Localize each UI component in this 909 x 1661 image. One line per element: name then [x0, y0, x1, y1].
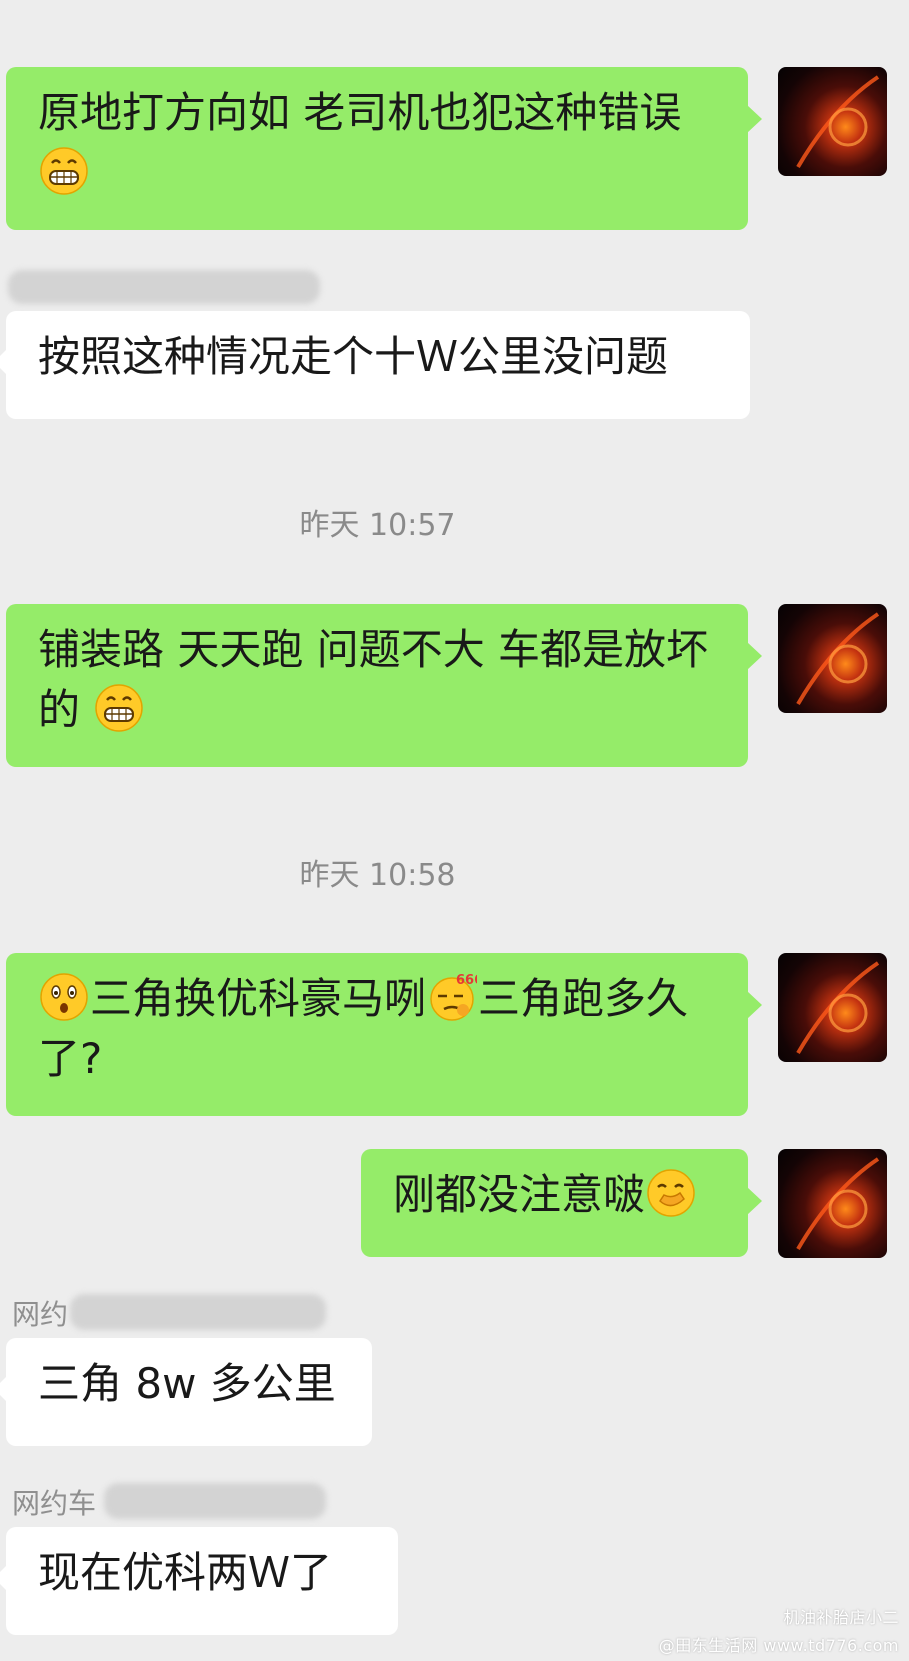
surprised-emoji: [40, 973, 88, 1021]
user-avatar[interactable]: [778, 1149, 887, 1258]
message-text: 三角 8w 多公里: [38, 1359, 336, 1408]
blurred-sender-name: [70, 1294, 326, 1330]
outgoing-message[interactable]: 刚都没注意啵: [361, 1149, 762, 1257]
incoming-message[interactable]: 按照这种情况走个十Ｗ公里没问题: [0, 311, 750, 419]
grinning-emoji: [95, 684, 144, 732]
grinning-emoji: [40, 147, 88, 195]
timestamp: 昨天 10:58: [299, 858, 456, 893]
covering-mouth-emoji: [647, 1169, 695, 1217]
message-text: 刚都没注意啵: [393, 1170, 646, 1219]
blurred-sender-name: [8, 270, 320, 304]
sender-name: 网约: [12, 1298, 69, 1331]
user-avatar[interactable]: [778, 67, 887, 176]
user-avatar[interactable]: [778, 604, 887, 713]
outgoing-message[interactable]: 三角换优科豪马咧 666 三角跑多久了?: [6, 953, 762, 1116]
timestamp: 昨天 10:57: [299, 508, 456, 543]
incoming-message[interactable]: 三角 8w 多公里: [0, 1338, 372, 1446]
message-text: 按照这种情况走个十Ｗ公里没问题: [38, 332, 669, 381]
outgoing-message[interactable]: 铺装路 天天跑 问题不大 车都是放坏的: [6, 604, 762, 767]
user-avatar[interactable]: [778, 953, 887, 1062]
outgoing-message[interactable]: 原地打方向如 老司机也犯这种错误: [6, 67, 762, 230]
svg-text:666: 666: [456, 973, 477, 988]
watermark-line: 机油补胎店小二: [783, 1608, 899, 1627]
incoming-message[interactable]: 现在优科两Ｗ了: [0, 1527, 398, 1635]
watermark-line: @田东生活网 www.td776.com: [658, 1636, 899, 1655]
message-text: 现在优科两Ｗ了: [38, 1548, 333, 1597]
message-text: 原地打方向如 老司机也犯这种错误: [38, 88, 682, 137]
message-text-part: 三角换优科豪马咧: [90, 974, 427, 1023]
blurred-sender-name: [104, 1483, 326, 1519]
666-smirk-emoji: 666: [430, 973, 477, 1021]
sender-name: 网约车: [12, 1487, 97, 1520]
